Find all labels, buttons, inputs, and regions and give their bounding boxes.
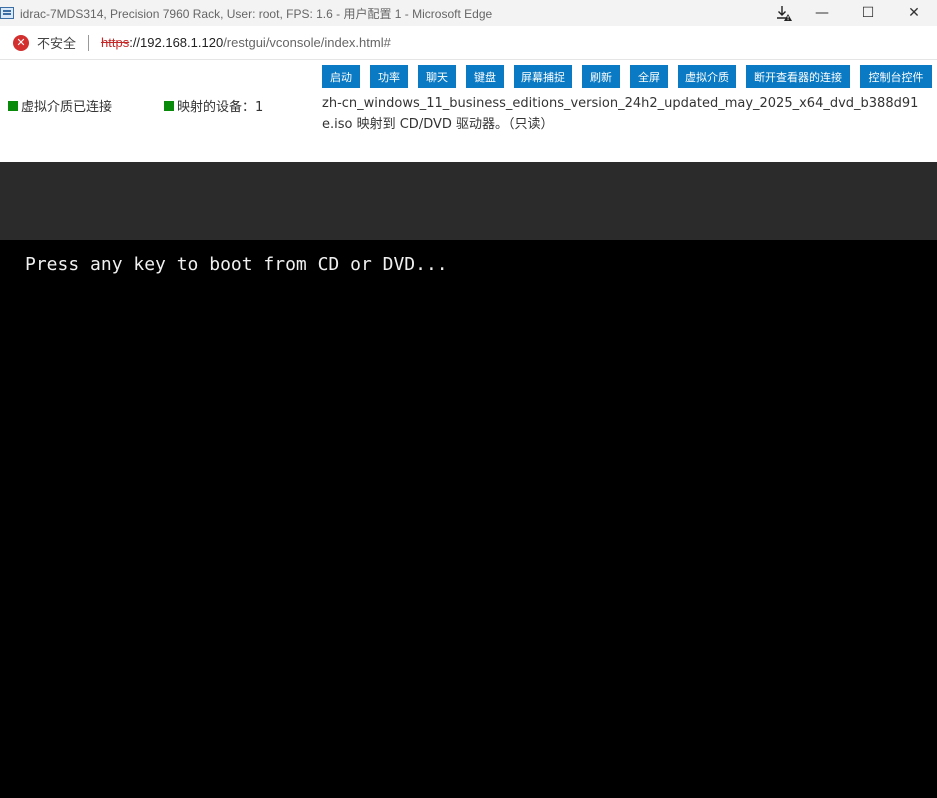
not-secure-icon[interactable]: ✕ (13, 34, 29, 51)
remote-console-screen[interactable]: Press any key to boot from CD or DVD... (0, 240, 937, 798)
download-warning-icon[interactable] (774, 3, 794, 23)
not-secure-label[interactable]: 不安全 (37, 33, 76, 52)
minimize-button[interactable]: — (799, 0, 845, 26)
address-separator (88, 34, 90, 51)
title-bar: idrac-7MDS314, Precision 7960 Rack, User… (0, 0, 937, 26)
refresh-button[interactable]: 刷新 (582, 65, 620, 88)
mapped-media-message: zh-cn_windows_11_business_editions_versi… (322, 96, 919, 132)
screen-capture-button[interactable]: 屏幕捕捉 (514, 65, 572, 88)
virtual-media-button[interactable]: 虚拟介质 (678, 65, 736, 88)
console-header-area (0, 162, 937, 240)
boot-message: Press any key to boot from CD or DVD... (25, 254, 448, 275)
close-button[interactable]: ✕ (891, 0, 937, 26)
boot-button[interactable]: 启动 (322, 65, 360, 88)
toolbar-buttons: 启动 功率 聊天 键盘 屏幕捕捉 刷新 全屏 虚拟介质 断开查看器的连接 控制台… (322, 65, 932, 88)
chat-button[interactable]: 聊天 (418, 65, 456, 88)
url-host: 192.168.1.120 (140, 35, 224, 50)
window-title: idrac-7MDS314, Precision 7960 Rack, User… (20, 6, 493, 21)
url-scheme-separator: :// (129, 35, 141, 50)
disconnect-viewer-button[interactable]: 断开查看器的连接 (746, 65, 850, 88)
console-controls-button[interactable]: 控制台控件 (860, 65, 932, 88)
fullscreen-button[interactable]: 全屏 (630, 65, 668, 88)
power-button[interactable]: 功率 (370, 65, 408, 88)
idrac-toolbar: 启动 功率 聊天 键盘 屏幕捕捉 刷新 全屏 虚拟介质 断开查看器的连接 控制台… (0, 60, 937, 162)
keyboard-button[interactable]: 键盘 (466, 65, 504, 88)
url-scheme: https (101, 35, 130, 50)
virtual-media-status-label: 虚拟介质已连接 (21, 100, 113, 115)
url-text[interactable]: https://192.168.1.120/restgui/vconsole/i… (101, 35, 391, 50)
window-icon (0, 7, 14, 19)
virtual-media-status: 虚拟介质已连接 (8, 96, 112, 115)
mapped-devices-status: 映射的设备：1 (164, 96, 263, 115)
maximize-button[interactable]: ☐ (845, 0, 891, 26)
mapped-devices-label: 映射的设备：1 (177, 100, 264, 115)
url-path: /restgui/vconsole/index.html# (223, 35, 391, 50)
status-indicator-icon (164, 100, 174, 111)
status-indicator-icon (8, 100, 18, 111)
address-bar[interactable]: ✕ 不安全 https://192.168.1.120/restgui/vcon… (0, 26, 937, 60)
browser-window: idrac-7MDS314, Precision 7960 Rack, User… (0, 0, 937, 798)
